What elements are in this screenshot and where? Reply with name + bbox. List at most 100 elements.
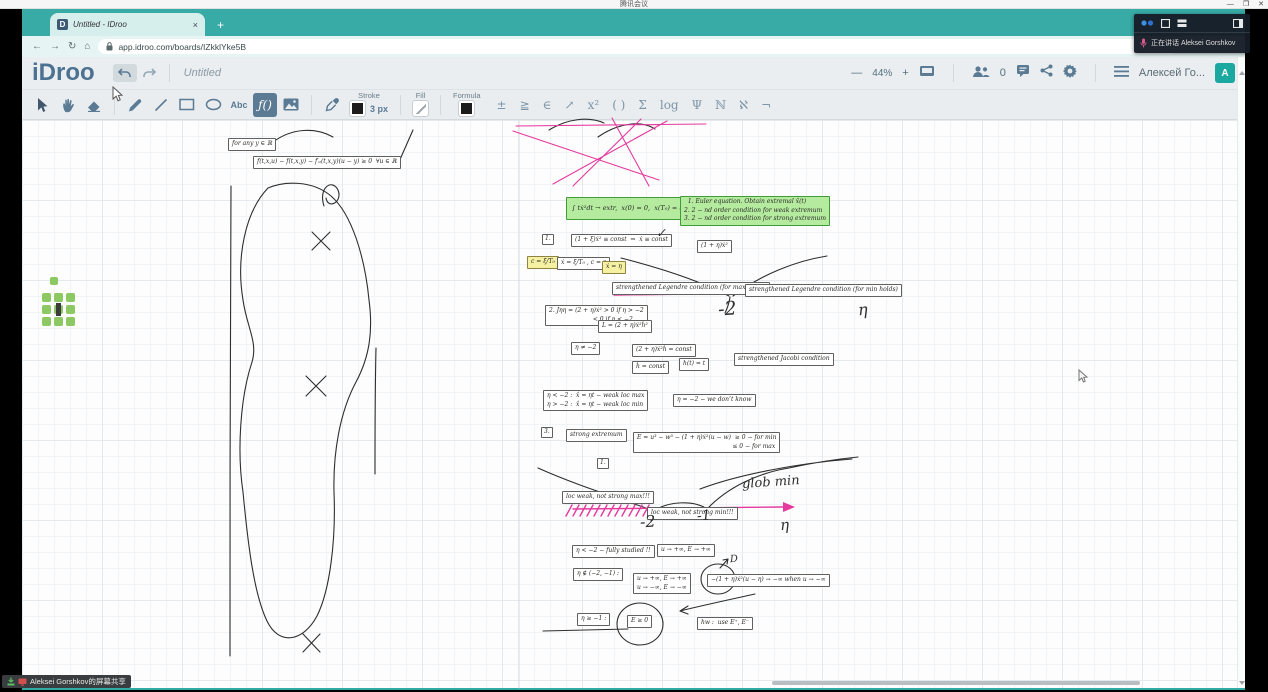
forward-icon[interactable]: → [50,42,60,52]
formula-box[interactable]: f(t,x,u) − f(t,x,y) − f′ᵤ(t,x,y)(u − y) … [253,156,401,169]
redo-button[interactable] [137,64,161,82]
chat-icon[interactable] [1016,64,1030,82]
formula-symbol-button[interactable]: Σ [638,98,646,112]
formula-symbol-button[interactable]: ( ) [612,98,625,112]
select-tool-icon[interactable] [30,93,54,117]
formula-box[interactable]: strengthened Jacobi condition [734,353,834,366]
formula-box[interactable]: strengthened Legendre condition (for min… [745,284,902,297]
formula-symbol-button[interactable]: Ψ [692,98,703,112]
formula-box[interactable]: ∫ tẋ²dt → extr, x(0) = 0, x(T₀) = ξ [566,197,689,220]
avatar[interactable]: A [1215,63,1235,83]
formula-box[interactable]: η ≠ −2 [571,342,600,355]
image-tool-icon[interactable] [279,93,303,117]
formula-box[interactable]: (1 + η)ẋ² [697,240,732,253]
formula-symbol-button[interactable]: log [660,98,679,112]
handwritten-label: η [857,300,868,320]
pencil-tool-icon[interactable] [123,93,147,117]
formula-box[interactable]: η ∉ (−2, −1) : [573,568,623,581]
address-bar[interactable]: app.idroo.com/boards/IZkklYke5B [98,39,1178,54]
eraser-tool-icon[interactable] [82,93,106,117]
zoom-out-button[interactable]: — [851,67,862,79]
line-tool-icon[interactable] [149,93,173,117]
formula-box[interactable]: η = −2 − we don’t know [673,394,756,407]
formula-box[interactable]: η < −2 − fully studied !! [572,545,655,558]
minimize-button[interactable]: — [1227,0,1234,9]
maximize-button[interactable]: ❐ [1243,0,1249,9]
formula-symbol-button[interactable]: ℕ [715,98,726,112]
collaborators-count: 0 [1000,67,1006,79]
new-tab-button[interactable]: + [217,18,224,32]
formula-symbol-button[interactable]: ≧ [520,98,530,112]
scroll-up-arrow[interactable] [1239,71,1245,75]
color-picker-tool-icon[interactable] [320,93,344,117]
close-button[interactable]: ✕ [1258,0,1264,9]
formula-box[interactable]: E ≥ 0 [627,615,652,628]
share-icon[interactable] [1040,64,1053,82]
speaking-status: 正在讲话 Aleksei Gorshkov [1151,38,1235,48]
rectangle-tool-icon[interactable] [175,93,199,117]
meeting-floating-panel[interactable]: 正在讲话 Aleksei Gorshkov [1134,14,1250,53]
document-title[interactable]: Untitled [184,67,221,79]
formula-box[interactable]: c = ξ/T₀ [527,256,559,269]
tab-close-icon[interactable]: × [193,20,198,30]
formula-symbol-button[interactable]: ↗ [565,98,575,112]
browser-tab[interactable]: D Untitled - IDroo × [50,13,205,36]
formula-box[interactable]: ẋ = η [602,261,626,274]
stroke-label: Stroke [358,91,380,100]
fit-screen-icon[interactable] [919,64,935,82]
undo-button[interactable] [113,64,137,82]
formula-box[interactable]: 3. [541,427,553,438]
back-icon[interactable]: ← [32,42,42,52]
zoom-in-button[interactable]: + [902,67,908,79]
formula-box[interactable]: η ≥ −1 : [577,613,610,626]
formula-box[interactable]: loc weak, not strong max!!! [562,491,654,504]
formula-color-swatch[interactable] [459,101,474,116]
formula-symbol-button[interactable]: x² [588,98,600,112]
formula-box[interactable]: L = (2 + η)ẋ²ḣ² [598,320,652,333]
window-mode-icon[interactable] [1161,19,1170,28]
menu-icon[interactable] [1114,64,1129,82]
handwritten-label: -1 [696,508,711,525]
pan-hand-tool-icon[interactable] [56,93,80,117]
formula-box[interactable]: 1. [597,458,609,469]
fill-color-swatch[interactable] [413,101,428,116]
stroke-width-value[interactable]: 3 px [370,104,388,114]
formula-tool[interactable]: ƒ() [253,93,277,117]
ellipse-tool-icon[interactable] [201,93,225,117]
stroke-color-swatch[interactable] [350,101,365,116]
url-text: app.idroo.com/boards/IZkklYke5B [118,42,246,52]
screen-share-badge[interactable]: Aleksei Gorshkov的屏幕共享 [2,675,131,688]
formula-symbols-row: ± ≧ ∈ ↗ x² ( ) Σlog Ψℕℵ ¬ [497,98,772,112]
formula-box[interactable]: −(1 + η)ẋ²(u − η) → −∞ when u → −∞ [707,574,830,587]
collaborators-icon[interactable] [972,64,990,82]
reload-icon[interactable]: ↻ [68,42,76,52]
formula-box[interactable]: ḣ = const [632,361,669,374]
panel-toggle-icon[interactable] [1233,19,1243,28]
handwritten-label: η [779,516,789,535]
formula-symbol-button[interactable]: ¬ [761,98,771,112]
formula-box[interactable]: E = u³ − w³ − (1 + η)ẋ²(u − w) ≥ 0 − for… [633,432,780,453]
formula-box[interactable]: (2 + η)ẋ²ḣ = const [632,344,696,357]
formula-box[interactable]: strong extremum [566,429,627,442]
formula-box[interactable]: u → +∞, E → +∞ [657,544,715,557]
home-icon[interactable]: ⌂ [84,42,90,52]
user-name: Алексей Го... [1139,67,1205,79]
formula-box[interactable]: loc weak, not strong min!!! [647,507,738,520]
formula-box[interactable]: η < −2 : x̂ = ηt − weak loc max η > −2 :… [543,390,648,411]
formula-box[interactable]: 1. [542,234,554,245]
settings-gear-icon[interactable] [1063,64,1077,83]
formula-box[interactable]: hw : use E⁺, E⁻ [697,617,753,630]
formula-symbol-button[interactable]: ∈ [543,98,552,112]
formula-box[interactable]: u → +∞, E → +∞ u → −∞, E → −∞ [633,573,691,594]
formula-box[interactable]: h(t) = t [679,358,709,371]
scroll-down-arrow[interactable] [1239,681,1245,685]
text-tool[interactable]: Abc [227,93,251,117]
formula-box[interactable]: 1. Euler equation. Obtain extremal x̂(t)… [680,196,830,226]
formula-box[interactable]: for any y ∈ ℝ [228,138,276,151]
zoom-level[interactable]: 44% [872,68,892,79]
formula-symbol-button[interactable]: ℵ [739,98,748,112]
layout-icon[interactable] [1177,19,1187,28]
vertical-scrollbar[interactable] [1237,57,1245,688]
formula-symbol-button[interactable]: ± [497,98,507,112]
horizontal-scrollbar[interactable] [772,681,1140,685]
